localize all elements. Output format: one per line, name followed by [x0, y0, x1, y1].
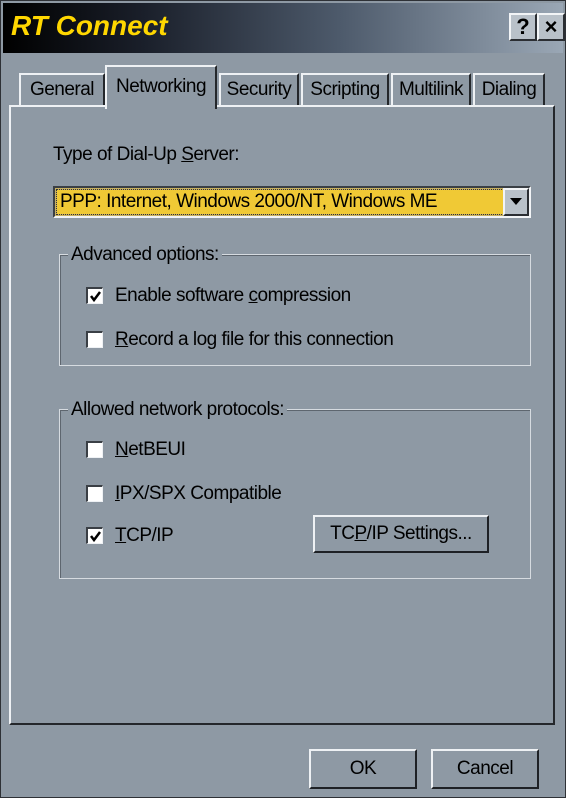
cancel-button[interactable]: Cancel [431, 749, 539, 789]
network-protocols-legend: Allowed network protocols: [68, 399, 287, 421]
ipx-spx-label: IPX/SPX Compatible [115, 483, 282, 504]
rt-connect-dialog: RT Connect ? × General Networking Securi… [0, 0, 566, 798]
server-type-dropdown[interactable]: PPP: Internet, Windows 2000/NT, Windows … [53, 186, 531, 218]
netbeui-label: NetBEUI [115, 439, 186, 460]
tab-security[interactable]: Security [219, 73, 299, 107]
netbeui-checkbox[interactable] [86, 441, 103, 458]
log-file-label: Record a log file for this connection [115, 329, 394, 350]
chevron-down-icon [510, 198, 522, 205]
ok-button[interactable]: OK [309, 749, 417, 789]
advanced-options-legend: Advanced options: [68, 244, 222, 266]
tab-scripting[interactable]: Scripting [301, 73, 389, 107]
dropdown-arrow-button[interactable] [503, 188, 529, 216]
software-compression-checkbox[interactable] [86, 287, 103, 304]
tcp-ip-checkbox[interactable] [86, 527, 103, 544]
checkmark-icon [90, 531, 101, 543]
tcp-ip-settings-button[interactable]: TCP/IP Settings... [313, 515, 489, 553]
ipx-spx-checkbox[interactable] [86, 485, 103, 502]
server-type-selected-value[interactable]: PPP: Internet, Windows 2000/NT, Windows … [56, 189, 504, 215]
software-compression-label: Enable software compression [115, 285, 351, 306]
help-button[interactable]: ? [509, 13, 537, 41]
tcp-ip-label: TCP/IP [115, 525, 174, 546]
tab-multilink[interactable]: Multilink [391, 73, 471, 107]
title-bar[interactable]: RT Connect ? × [3, 3, 565, 53]
tab-dialing[interactable]: Dialing [473, 73, 545, 107]
log-file-checkbox[interactable] [86, 331, 103, 348]
close-button[interactable]: × [537, 13, 565, 41]
window-title: RT Connect [11, 10, 168, 41]
server-type-label: Type of Dial-Up Server: [53, 144, 239, 165]
checkmark-icon [90, 291, 101, 303]
tab-general[interactable]: General [19, 73, 105, 107]
tab-networking[interactable]: Networking [105, 65, 217, 109]
